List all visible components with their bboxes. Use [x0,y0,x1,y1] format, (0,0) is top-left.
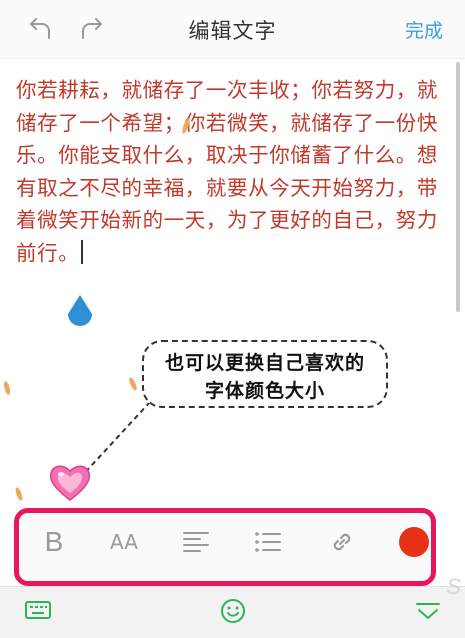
heart-icon [48,462,92,502]
bottom-bar [0,586,465,638]
callout-bubble: 也可以更换自己喜欢的 字体颜色大小 [142,340,388,408]
font-size-button[interactable]: AA [104,522,144,562]
petal-decoration-icon [3,381,11,395]
callout-text-line1: 也可以更换自己喜欢的 [164,352,365,374]
collapse-keyboard-icon[interactable] [414,599,442,629]
caret-handle-icon[interactable] [66,294,94,328]
list-icon[interactable] [248,522,288,562]
align-left-icon[interactable] [176,522,216,562]
keyboard-icon[interactable] [24,598,52,626]
text-color-button[interactable] [394,522,434,562]
callout-text-line2: 字体颜色大小 [204,380,325,402]
page-title: 编辑文字 [188,19,277,43]
petal-decoration-icon [129,377,137,391]
editor-text[interactable]: 你若耕耘，就储存了一次丰收；你若努力，就储存了一个希望；你若微笑，就储存了一份快… [16,78,438,265]
done-button[interactable]: 完成 [405,16,443,43]
emoji-icon[interactable] [219,597,247,629]
top-bar: 编辑文字 完成 [0,0,465,59]
petal-decoration-icon [15,487,23,501]
text-editor[interactable]: 你若耕耘，就储存了一次丰收；你若努力，就储存了一个希望；你若微笑，就储存了一份快… [16,74,446,269]
bold-button[interactable]: B [34,522,74,562]
toolbar-highlight-frame [14,508,436,586]
color-swatch [399,527,429,557]
text-caret [81,239,84,264]
scrollbar[interactable] [456,62,460,312]
watermark: S [446,574,461,599]
link-icon[interactable] [322,522,362,562]
petal-decoration-icon [182,118,190,134]
